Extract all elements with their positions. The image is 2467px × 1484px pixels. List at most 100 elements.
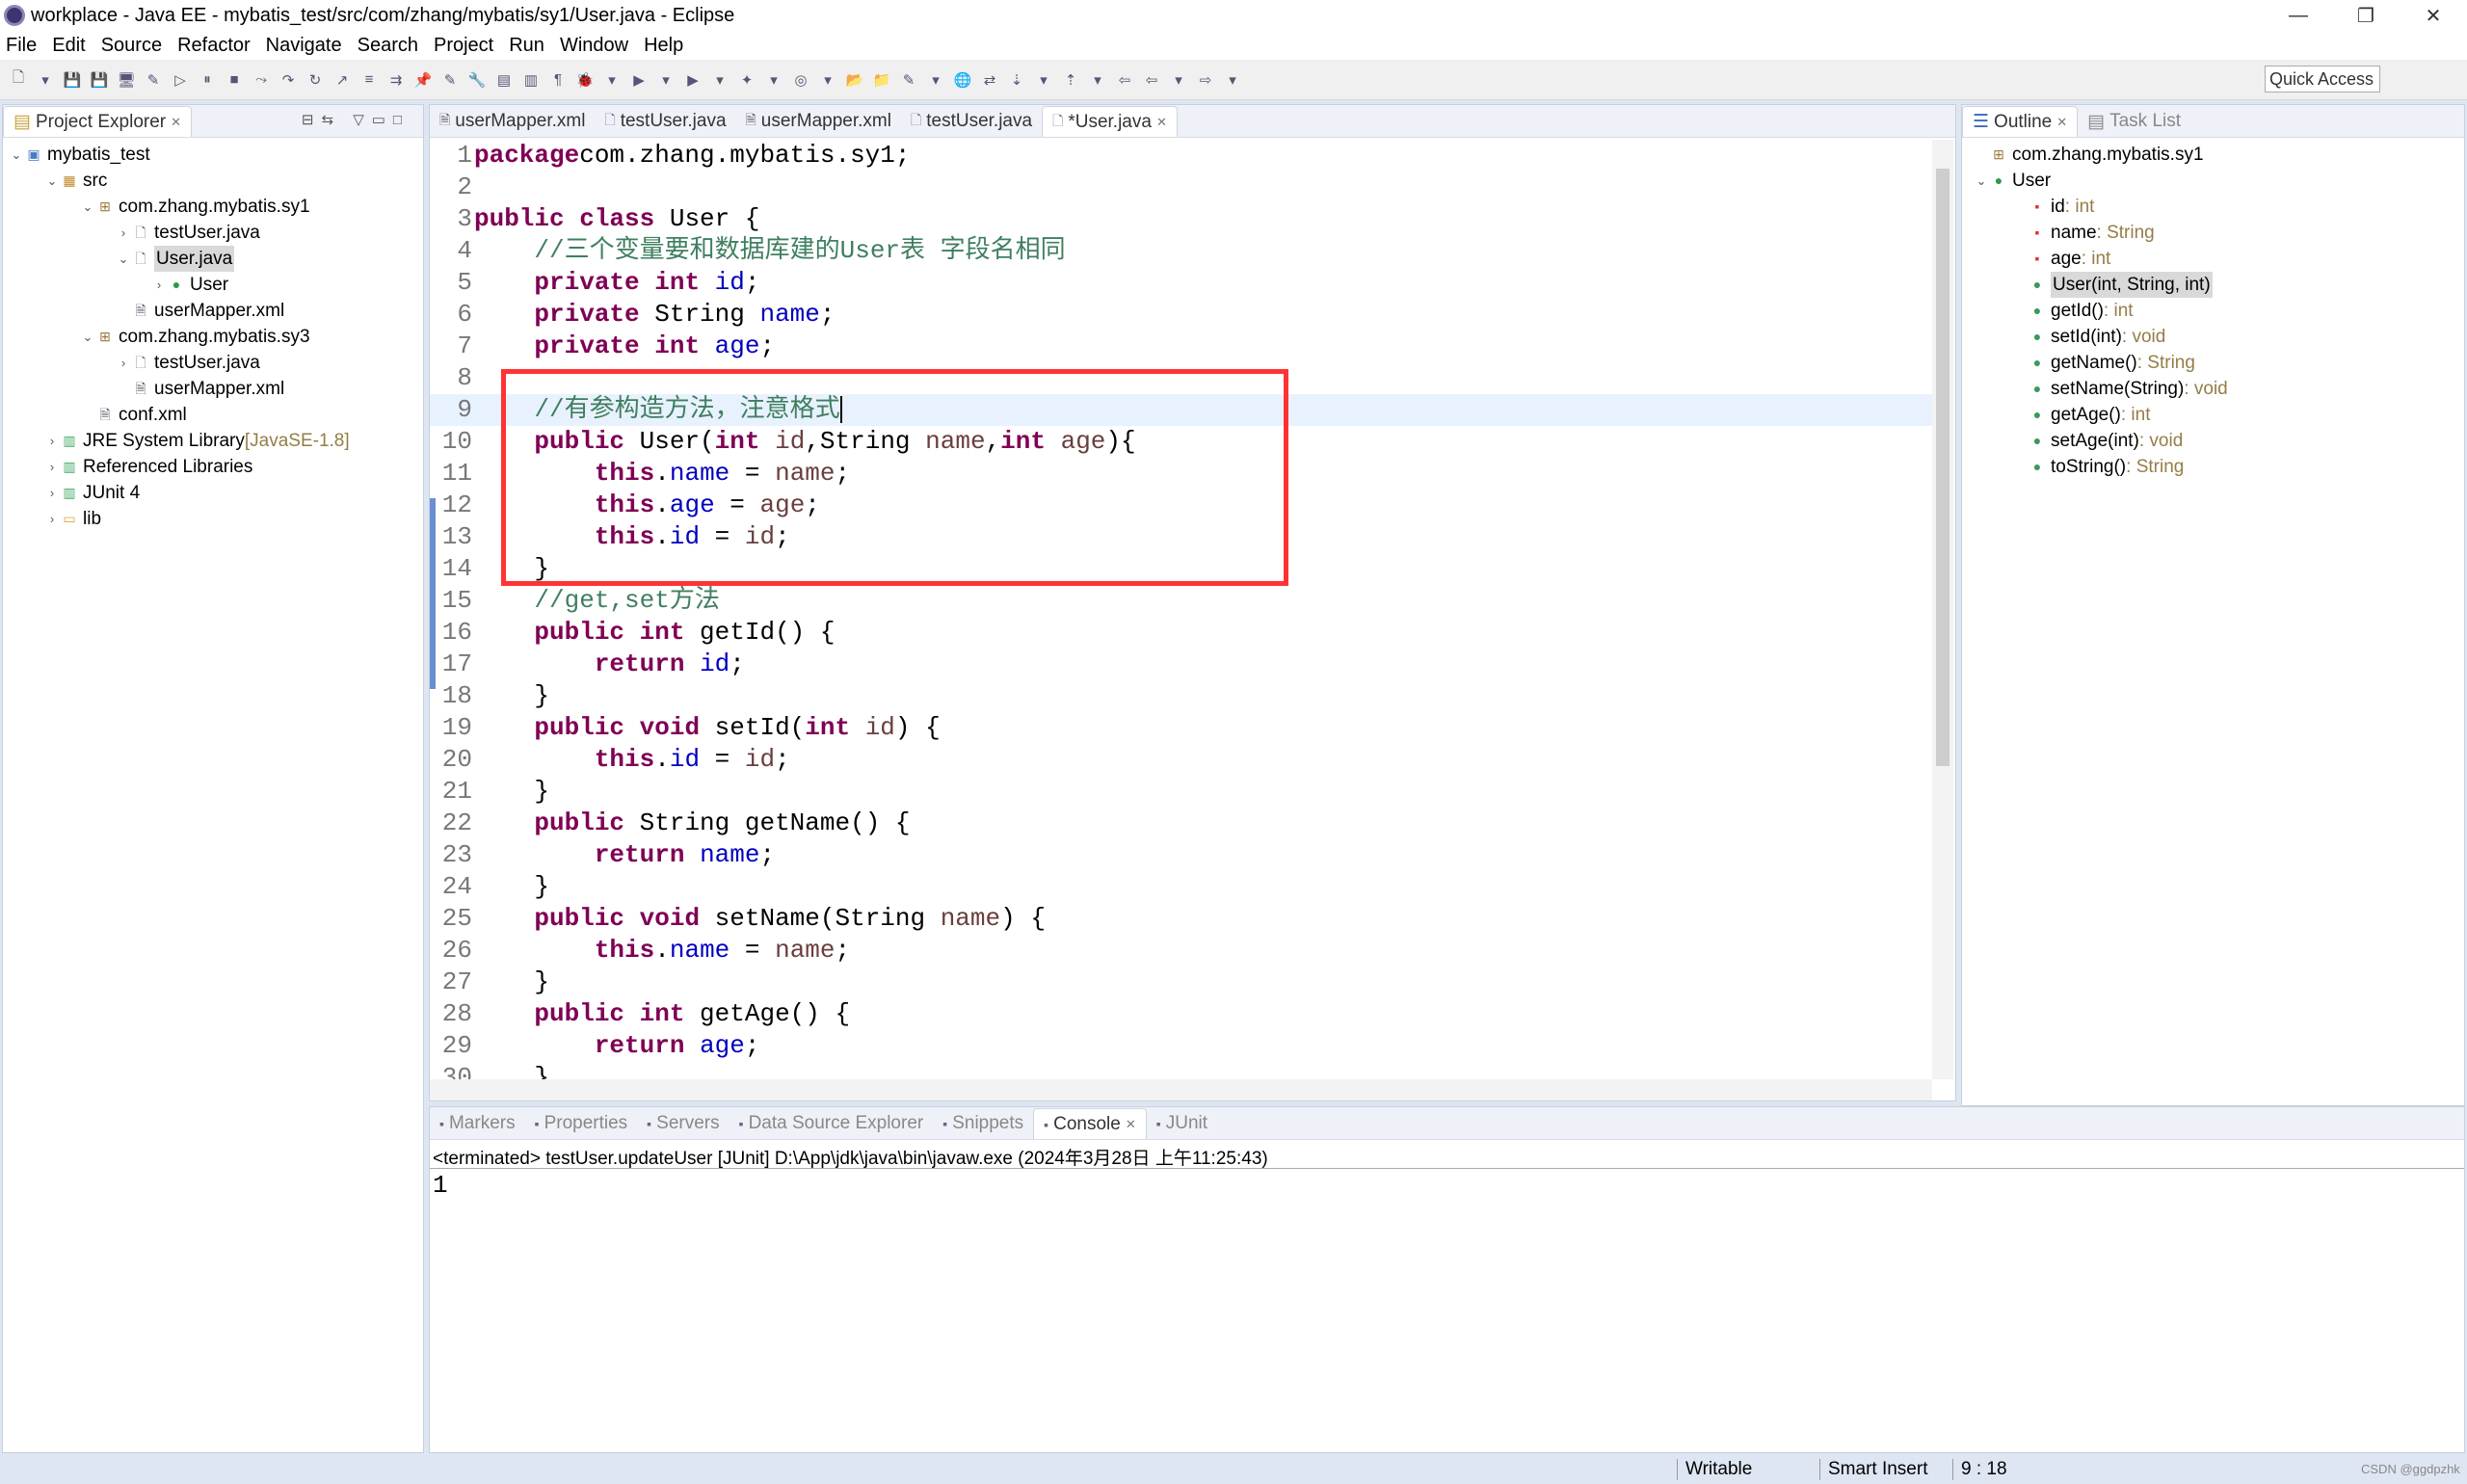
chevron-down-icon[interactable]: ⌄ xyxy=(44,168,60,194)
code-line[interactable]: 20 this.id = id; xyxy=(430,744,1932,776)
toolbar-icon[interactable]: ⏸ xyxy=(197,69,218,91)
outline-item[interactable]: ▪ name : String xyxy=(1962,220,2464,246)
outline-item[interactable]: ● getId() : int xyxy=(1962,298,2464,324)
menu-window[interactable]: Window xyxy=(560,35,628,57)
view-menu-icons[interactable]: ⊟⇆ ▽▭□ xyxy=(302,111,410,128)
menu-run[interactable]: Run xyxy=(509,35,544,57)
code-line[interactable]: 21 } xyxy=(430,776,1932,808)
chevron-right-icon[interactable]: › xyxy=(44,480,60,506)
tree-item[interactable]: ⌄ ▣ mybatis_test xyxy=(3,142,423,168)
toolbar-icon[interactable]: 💾 xyxy=(89,69,110,91)
toolbar-icon[interactable]: ▾ xyxy=(1033,69,1054,91)
scrollbar-thumb[interactable] xyxy=(1936,169,1950,766)
tab-junit[interactable]: ▪ JUnit xyxy=(1147,1108,1217,1139)
toolbar-icon[interactable]: ✎ xyxy=(143,69,164,91)
tree-item[interactable]: › 🗋 testUser.java xyxy=(3,350,423,376)
toolbar-icon[interactable]: 🐞 xyxy=(574,69,596,91)
toolbar-icon[interactable]: ⇦ xyxy=(1114,69,1135,91)
chevron-right-icon[interactable]: › xyxy=(44,506,60,532)
quick-access-input[interactable]: Quick Access xyxy=(2265,66,2380,93)
menu-navigate[interactable]: Navigate xyxy=(266,35,342,57)
code-editor[interactable]: 1 packagecom.zhang.mybatis.sy1; 2 3 public c… xyxy=(430,140,1932,1079)
tab-datasourceexplorer[interactable]: ▪ Data Source Explorer xyxy=(729,1108,934,1139)
toolbar-icon[interactable]: ¶ xyxy=(547,69,569,91)
toolbar-icon[interactable]: ⇉ xyxy=(385,69,407,91)
menu-refactor[interactable]: Refactor xyxy=(177,35,251,57)
chevron-down-icon[interactable]: ⌄ xyxy=(116,246,131,272)
tree-item[interactable]: › ▥ JRE System Library [JavaSE-1.8] xyxy=(3,428,423,454)
toolbar-icon[interactable]: 📁 xyxy=(871,69,892,91)
tab-usermapperxml[interactable]: 🗎 userMapper.xml xyxy=(430,106,595,137)
menu-file[interactable]: File xyxy=(6,35,37,57)
toolbar-icon[interactable]: ▾ xyxy=(709,69,730,91)
code-line[interactable]: 24 } xyxy=(430,871,1932,903)
menu-project[interactable]: Project xyxy=(434,35,493,57)
toolbar-icon[interactable]: ▥ xyxy=(520,69,542,91)
close-icon[interactable]: ✕ xyxy=(1156,115,1167,130)
toolbar-icon[interactable]: ■ xyxy=(224,69,245,91)
code-line[interactable]: 5 private int id; xyxy=(430,267,1932,299)
menu-search[interactable]: Search xyxy=(358,35,418,57)
outline-item[interactable]: ● toString() : String xyxy=(1962,454,2464,480)
tree-item[interactable]: › ▥ Referenced Libraries xyxy=(3,454,423,480)
tab-snippets[interactable]: ▪ Snippets xyxy=(933,1108,1033,1139)
menu-edit[interactable]: Edit xyxy=(52,35,85,57)
toolbar-icon[interactable]: ⇄ xyxy=(979,69,1000,91)
tab-outline[interactable]: ☰ Outline ✕ xyxy=(1962,106,2079,137)
tree-item[interactable]: ⌄ 🗋 User.java xyxy=(3,246,423,272)
toolbar-icon[interactable]: ▾ xyxy=(655,69,676,91)
code-line[interactable]: 19 public void setId(int id) { xyxy=(430,712,1932,744)
outline-item[interactable]: ▪ id : int xyxy=(1962,194,2464,220)
chevron-right-icon[interactable]: › xyxy=(44,428,60,454)
toolbar-icon[interactable]: ▶ xyxy=(682,69,703,91)
chevron-right-icon[interactable]: › xyxy=(116,220,131,246)
chevron-down-icon[interactable]: ⌄ xyxy=(80,194,95,220)
toolbar-icon[interactable]: ▶ xyxy=(628,69,650,91)
close-icon[interactable]: ✕ xyxy=(1126,1117,1136,1132)
tree-item[interactable]: › ▭ lib xyxy=(3,506,423,532)
outline-item[interactable]: ● setId(int) : void xyxy=(1962,324,2464,350)
toolbar-icon[interactable]: ✎ xyxy=(439,69,461,91)
code-line[interactable]: 4 //三个变量要和数据库建的User表 字段名相同 xyxy=(430,235,1932,267)
code-line[interactable]: 29 return age; xyxy=(430,1030,1932,1062)
tree-item[interactable]: ⌄ ⊞ com.zhang.mybatis.sy3 xyxy=(3,324,423,350)
outline-item[interactable]: ▪ age : int xyxy=(1962,246,2464,272)
tab-userjava[interactable]: 🗋 *User.java ✕ xyxy=(1042,106,1178,137)
toolbar-icon[interactable]: ⇡ xyxy=(1060,69,1081,91)
tree-item[interactable]: ⌄ ▦ src xyxy=(3,168,423,194)
tree-item[interactable]: › ▥ JUnit 4 xyxy=(3,480,423,506)
code-line[interactable]: 25 public void setName(String name) { xyxy=(430,903,1932,935)
toolbar-icon[interactable]: ↗ xyxy=(332,69,353,91)
code-line[interactable]: 17 return id; xyxy=(430,649,1932,680)
tab-usermapperxml[interactable]: 🗎 userMapper.xml xyxy=(736,106,901,137)
toolbar-icon[interactable]: 🌐 xyxy=(952,69,973,91)
horizontal-scrollbar[interactable] xyxy=(430,1079,1932,1100)
toolbar-icon[interactable]: ▾ xyxy=(925,69,946,91)
tree-item[interactable]: ⌄ ⊞ com.zhang.mybatis.sy1 xyxy=(3,194,423,220)
toolbar-icon[interactable]: ▾ xyxy=(817,69,838,91)
close-button[interactable]: ✕ xyxy=(2400,0,2467,31)
menu-source[interactable]: Source xyxy=(101,35,162,57)
code-line[interactable]: 7 private int age; xyxy=(430,331,1932,362)
code-line[interactable]: 3 public class User { xyxy=(430,203,1932,235)
outline-item[interactable]: ⊞ com.zhang.mybatis.sy1 xyxy=(1962,142,2464,168)
tree-item[interactable]: 🗎 userMapper.xml xyxy=(3,376,423,402)
toolbar-icon[interactable]: ↷ xyxy=(278,69,299,91)
code-line[interactable]: 30 } xyxy=(430,1062,1932,1079)
tab-task-list[interactable]: ▤ Task List xyxy=(2078,106,2190,137)
code-line[interactable]: 18 } xyxy=(430,680,1932,712)
code-line[interactable]: 15 //get,set方法 xyxy=(430,585,1932,617)
restore-button[interactable]: ❐ xyxy=(2332,0,2400,31)
code-line[interactable]: 1 packagecom.zhang.mybatis.sy1; xyxy=(430,140,1932,172)
toolbar-icon[interactable]: 💾 xyxy=(62,69,83,91)
close-icon[interactable]: ✕ xyxy=(2056,115,2067,130)
minimize-button[interactable]: — xyxy=(2265,0,2332,31)
outline-item[interactable]: ● getName() : String xyxy=(1962,350,2464,376)
toolbar-icon[interactable]: 🔧 xyxy=(466,69,488,91)
tab-testuserjava[interactable]: 🗋 testUser.java xyxy=(595,106,735,137)
tab-testuserjava[interactable]: 🗋 testUser.java xyxy=(901,106,1042,137)
tab-properties[interactable]: ▪ Properties xyxy=(525,1108,638,1139)
code-line[interactable]: 22 public String getName() { xyxy=(430,808,1932,839)
code-line[interactable]: 2 xyxy=(430,172,1932,203)
menu-help[interactable]: Help xyxy=(644,35,683,57)
